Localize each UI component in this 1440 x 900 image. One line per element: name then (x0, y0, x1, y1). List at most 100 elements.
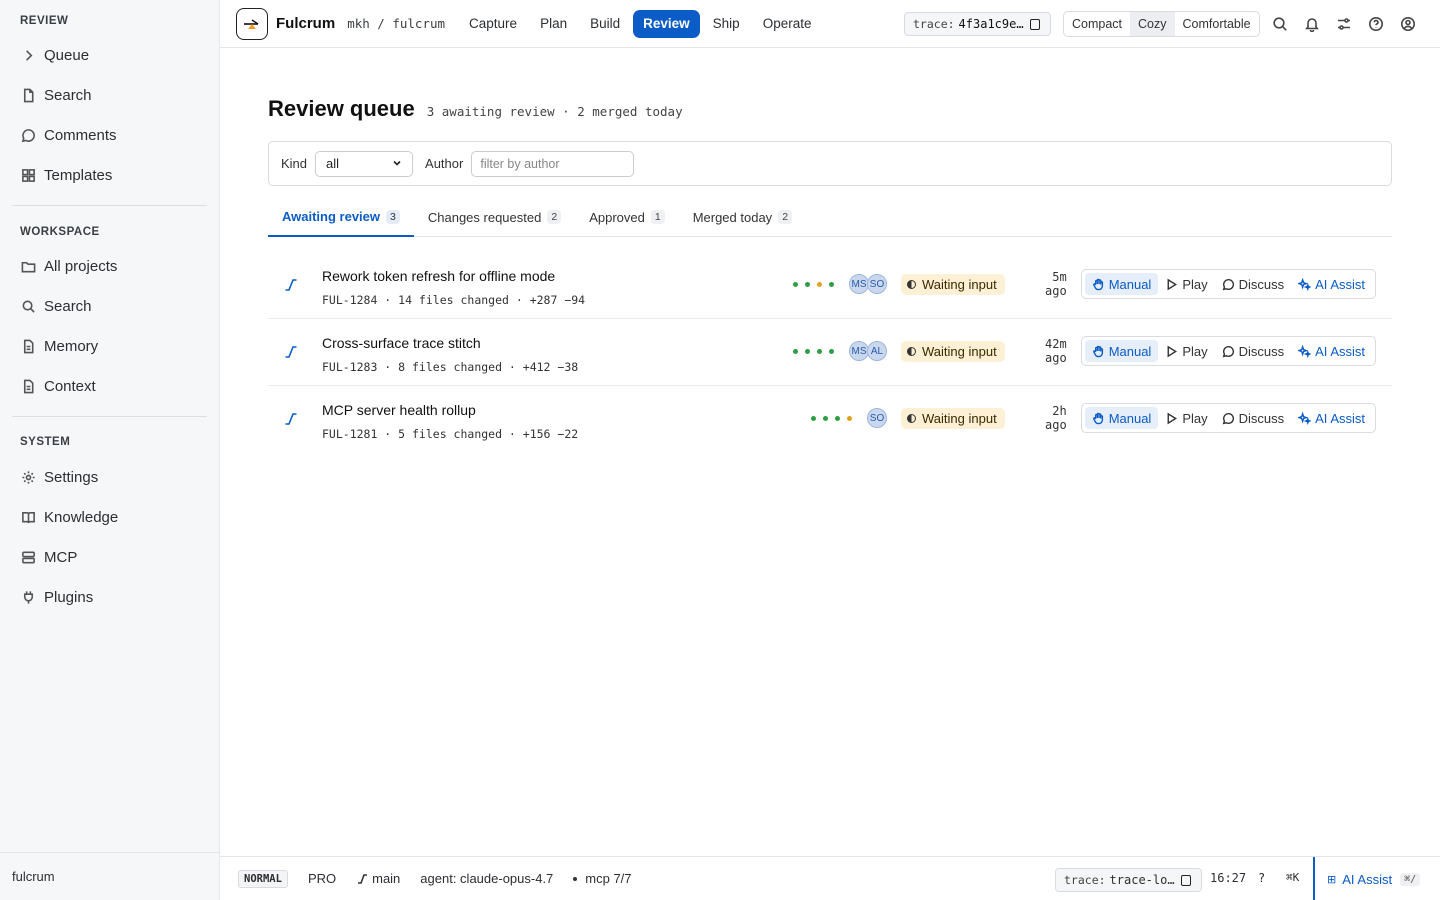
help-icon[interactable] (1366, 14, 1386, 34)
repo-breadcrumb[interactable]: mkh / fulcrum (347, 16, 445, 31)
avatar[interactable]: MS (849, 341, 870, 361)
nav-operate[interactable]: Operate (753, 10, 822, 38)
nav-plan[interactable]: Plan (530, 10, 577, 38)
copy-icon[interactable] (1029, 18, 1040, 30)
trace-value: 4f3a1c9e… (958, 17, 1024, 31)
tab-label: Awaiting review (282, 209, 381, 224)
clock: 16:27 (1210, 871, 1247, 885)
folder-icon (20, 258, 36, 274)
tab-label: Merged today (692, 209, 773, 225)
branch-icon (284, 278, 298, 292)
ai-assist-toggle[interactable]: ⊞ AI Assist ⌘/ (1313, 857, 1440, 900)
density-cozy[interactable]: Cozy (1130, 12, 1175, 36)
density-compact[interactable]: Compact (1064, 12, 1130, 36)
bell-icon[interactable] (1302, 14, 1322, 34)
sidebar-item-search[interactable]: Search (0, 75, 219, 115)
kind-select[interactable]: all (315, 150, 414, 177)
nav-review[interactable]: Review (633, 9, 700, 38)
play-button[interactable]: Play (1158, 407, 1214, 429)
sidebar-section-title: SYSTEM (20, 436, 71, 448)
grid-icon (20, 167, 36, 183)
document-icon (20, 87, 36, 103)
review-title[interactable]: MCP server health rollup (322, 402, 476, 418)
review-row[interactable]: Rework token refresh for offline mode FU… (268, 252, 1392, 319)
avatar[interactable]: AL (867, 341, 888, 361)
review-row[interactable]: MCP server health rollup FUL-1281 · 5 fi… (268, 386, 1392, 453)
nav-capture[interactable]: Capture (459, 10, 527, 38)
nav-build[interactable]: Build (580, 10, 630, 38)
status-trace-chip[interactable]: trace: trace-lo… (1055, 868, 1202, 892)
sidebar-item-memory[interactable]: Memory (0, 326, 219, 366)
ai-assist-button[interactable]: AI Assist (1291, 340, 1372, 362)
chevron-right-icon (20, 47, 36, 63)
action-label: Manual (1108, 410, 1152, 426)
workspace-switcher[interactable]: fulcrum (0, 852, 220, 900)
sidebar-item-plugins[interactable]: Plugins (0, 577, 219, 617)
brand-name: Fulcrum (276, 15, 336, 32)
check-status-dot (847, 415, 853, 421)
sidebar-item-workspace-search[interactable]: Search (0, 286, 219, 326)
sidebar-item-mcp[interactable]: MCP (0, 537, 219, 577)
tab-approved[interactable]: Approved 1 (575, 198, 679, 236)
shortcut-help[interactable]: ? (1258, 871, 1265, 885)
action-label: AI Assist (1315, 343, 1365, 359)
account-icon[interactable] (1398, 14, 1418, 34)
nav-ship[interactable]: Ship (703, 10, 750, 38)
tab-merged-today[interactable]: Merged today 2 (679, 198, 806, 236)
kind-label: Kind (281, 156, 308, 171)
trace-id-chip[interactable]: trace: 4f3a1c9e… (904, 12, 1051, 36)
play-button[interactable]: Play (1158, 340, 1214, 362)
copy-icon[interactable] (1180, 874, 1191, 886)
density-comfortable[interactable]: Comfortable (1175, 12, 1259, 36)
sidebar-item-queue[interactable]: Queue (0, 35, 219, 75)
search-icon[interactable] (1270, 14, 1290, 34)
sidebar-item-templates[interactable]: Templates (0, 155, 219, 195)
check-status-dot (817, 281, 823, 287)
sidebar-item-context[interactable]: Context (0, 366, 219, 406)
tab-changes-requested[interactable]: Changes requested 2 (414, 198, 575, 236)
avatar[interactable]: MS (849, 274, 870, 294)
discuss-button[interactable]: Discuss (1215, 340, 1292, 362)
workspace-name: fulcrum (12, 869, 55, 884)
avatar[interactable]: SO (867, 408, 888, 428)
search-icon (20, 298, 36, 314)
half-circle-icon (907, 413, 917, 423)
half-circle-icon (907, 346, 917, 356)
tab-awaiting-review[interactable]: Awaiting review 3 (268, 198, 414, 237)
sidebar-item-settings[interactable]: Settings (0, 457, 219, 497)
discuss-button[interactable]: Discuss (1215, 273, 1292, 295)
action-label: Manual (1108, 276, 1152, 292)
ai-assist-button[interactable]: AI Assist (1291, 273, 1372, 295)
manual-button[interactable]: Manual (1084, 273, 1159, 295)
comment-icon (20, 127, 36, 143)
play-button[interactable]: Play (1158, 273, 1214, 295)
server-icon (20, 549, 36, 565)
avatar[interactable]: SO (867, 274, 888, 294)
reviewer-avatars: SO (867, 408, 888, 428)
mcp-count: mcp 7/7 (585, 871, 632, 886)
sidebar-item-knowledge[interactable]: Knowledge (0, 497, 219, 537)
review-row[interactable]: Cross-surface trace stitch FUL-1283 · 8 … (268, 319, 1392, 386)
fulcrum-logo-icon[interactable] (236, 7, 268, 40)
mcp-indicator[interactable]: mcp 7/7 (573, 871, 632, 886)
sidebar-item-comments[interactable]: Comments (0, 115, 219, 155)
comment-icon (1222, 345, 1234, 357)
trace-value: trace-lo… (1109, 873, 1175, 887)
agent-indicator[interactable]: agent: claude-opus-4.7 (420, 871, 553, 886)
status-badge: Waiting input (901, 407, 1005, 429)
play-icon (1167, 345, 1178, 357)
panel-icon: ⊞ (1327, 873, 1337, 886)
document-icon (20, 338, 36, 354)
manual-button[interactable]: Manual (1084, 340, 1159, 362)
manual-button[interactable]: Manual (1084, 407, 1159, 429)
ai-assist-button[interactable]: AI Assist (1291, 407, 1372, 429)
discuss-button[interactable]: Discuss (1215, 407, 1292, 429)
sidebar-item-all-projects[interactable]: All projects (0, 246, 219, 286)
sliders-icon[interactable] (1334, 14, 1354, 34)
command-palette-shortcut[interactable]: ⌘K (1286, 871, 1299, 884)
branch-indicator[interactable]: main (356, 871, 400, 886)
plug-icon (20, 589, 36, 605)
author-filter-input[interactable]: filter by author (471, 150, 635, 177)
review-title[interactable]: Rework token refresh for offline mode (322, 268, 555, 284)
review-title[interactable]: Cross-surface trace stitch (322, 335, 481, 351)
